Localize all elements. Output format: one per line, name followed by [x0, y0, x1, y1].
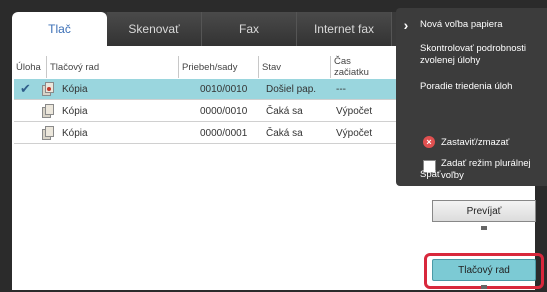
menu-check-details[interactable]: Skontrolovať podrobnosti zvolenej úlohy [420, 43, 542, 67]
chevron-right-icon[interactable]: › [396, 8, 416, 42]
job-row[interactable]: Kópia 0000/0010 Čaká sa Výpočet [14, 101, 412, 122]
menu-sort-order[interactable]: Poradie triedenia úloh [420, 81, 512, 93]
menu-back[interactable]: Späť [420, 169, 440, 181]
tab-internet-fax[interactable]: Internet fax [297, 12, 392, 46]
copy-job-icon [42, 82, 55, 96]
job-row[interactable]: Kópia 0000/0001 Čaká sa Výpočet [14, 123, 412, 144]
job-time: Výpočet [336, 106, 373, 117]
copy-job-icon [42, 104, 55, 118]
column-divider [258, 56, 259, 78]
job-status: Čaká sa [266, 106, 303, 117]
column-divider [330, 56, 331, 78]
stop-icon: × [423, 136, 435, 148]
highlight-frame [424, 253, 544, 289]
job-row[interactable]: ✔ Kópia 0010/0010 Došiel pap. --- [14, 79, 412, 100]
job-status: Čaká sa [266, 128, 303, 139]
col-queue: Tlačový rad [50, 62, 100, 73]
col-status: Stav [262, 62, 282, 73]
copy-job-icon [42, 126, 55, 140]
scroll-down-indicator [481, 285, 487, 289]
job-queue: Kópia [62, 128, 88, 139]
job-progress: 0010/0010 [200, 84, 248, 95]
menu-new-paper[interactable]: Nová voľba papiera [420, 19, 503, 31]
col-progress: Priebeh/sady [182, 62, 238, 73]
menu-stop-delete[interactable]: Zastaviť/zmazať [441, 137, 509, 149]
job-queue: Kópia [62, 84, 88, 95]
job-status: Došiel pap. [266, 84, 317, 95]
menu-plural-select[interactable]: Zadať režim plurálnej voľby [441, 158, 543, 182]
job-progress: 0000/0010 [200, 106, 248, 117]
job-queue: Kópia [62, 106, 88, 117]
takeover-button[interactable]: Prevíjať [432, 200, 536, 222]
column-divider [46, 56, 47, 78]
column-headers: Úloha Tlačový rad Priebeh/sady Stav Čas … [12, 54, 412, 80]
job-time: --- [336, 84, 346, 95]
scroll-up-indicator [481, 226, 487, 230]
column-divider [178, 56, 179, 78]
job-time: Výpočet [336, 128, 373, 139]
job-progress: 0000/0001 [200, 128, 248, 139]
tab-fax[interactable]: Fax [202, 12, 297, 46]
tab-print[interactable]: Tlač [12, 12, 107, 46]
checkmark-icon: ✔ [20, 81, 31, 96]
col-start-time: Čas začiatku [334, 56, 369, 78]
col-job: Úloha [16, 62, 41, 73]
tab-scan[interactable]: Skenovať [107, 12, 202, 46]
